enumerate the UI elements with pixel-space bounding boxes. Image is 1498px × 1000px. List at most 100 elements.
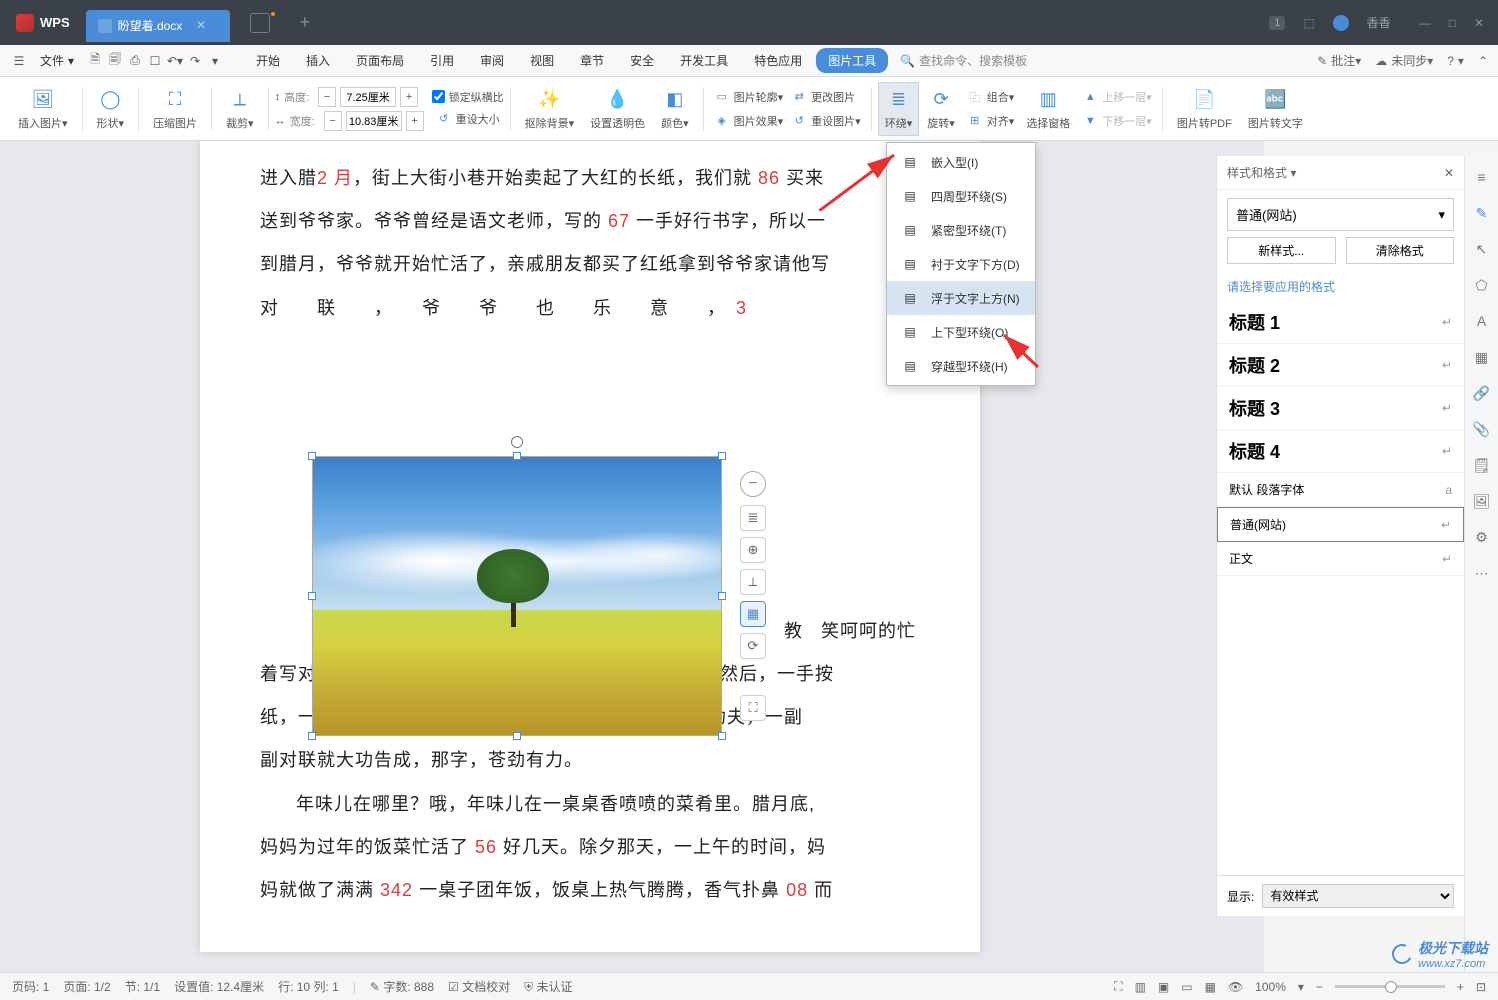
resize-handle-tr[interactable] [718, 452, 726, 460]
notification-badge[interactable]: 1 [1269, 16, 1285, 30]
print-icon[interactable]: ⎙ [126, 52, 144, 70]
resize-handle-bm[interactable] [513, 732, 521, 740]
height-plus[interactable]: + [400, 87, 418, 107]
height-minus[interactable]: − [318, 87, 336, 107]
style-selected[interactable]: 普通(网站)↵ [1217, 507, 1464, 542]
undo-icon[interactable]: ↶▾ [166, 52, 184, 70]
print-preview-icon[interactable]: ☐ [146, 52, 164, 70]
bring-forward-button[interactable]: ▲上移一层▾ [1078, 87, 1156, 107]
reset-pic-button[interactable]: ↺重设图片▾ [787, 111, 865, 131]
status-setval[interactable]: 设置值: 12.4厘米 [174, 978, 264, 995]
menu-reference[interactable]: 引用 [418, 48, 466, 73]
width-plus[interactable]: + [406, 111, 424, 131]
rail-image-icon[interactable]: 🖼 [1471, 490, 1493, 512]
zoom-level[interactable]: 100% [1255, 980, 1286, 994]
select-pane-button[interactable]: ▥选择窗格 [1018, 83, 1078, 135]
layout-option-6[interactable]: ⛶ [740, 695, 766, 721]
menu-section[interactable]: 章节 [568, 48, 616, 73]
rail-note-icon[interactable]: 🗒 [1471, 454, 1493, 476]
layout-option-5[interactable]: ⟳ [740, 633, 766, 659]
menu-security[interactable]: 安全 [618, 48, 666, 73]
effect-button[interactable]: ◈图片效果▾ [710, 111, 788, 131]
color-button[interactable]: ◧颜色▾ [653, 83, 697, 135]
menu-view[interactable]: 视图 [518, 48, 566, 73]
rail-text-icon[interactable]: A [1471, 310, 1493, 332]
zoom-slider[interactable] [1335, 985, 1445, 988]
save-icon[interactable]: 🗎 [86, 52, 104, 70]
new-style-button[interactable]: 新样式... [1227, 237, 1336, 264]
style-heading1[interactable]: 标题 1↵ [1217, 301, 1464, 344]
align-button[interactable]: ⊞对齐▾ [963, 111, 1019, 131]
style-heading3[interactable]: 标题 3↵ [1217, 387, 1464, 430]
status-pages[interactable]: 页面: 1/2 [63, 978, 110, 995]
group-button[interactable]: ⿻组合▾ [963, 87, 1019, 107]
style-body[interactable]: 正文↵ [1217, 542, 1464, 576]
remove-bg-button[interactable]: ✨抠除背景▾ [517, 83, 583, 135]
pic-to-text-button[interactable]: 🔤图片转文字 [1240, 83, 1311, 135]
rail-gear-icon[interactable]: ⚙ [1471, 526, 1493, 548]
document-tab[interactable]: 盼望着.docx × [86, 10, 230, 42]
wrap-square[interactable]: ▤四周型环绕(S) [887, 179, 1035, 213]
clear-format-button[interactable]: 清除格式 [1346, 237, 1455, 264]
status-cal[interactable]: ☑ 文档校对 [448, 978, 510, 995]
panel-title[interactable]: 样式和格式 ▾ [1227, 164, 1296, 181]
layout-option-3[interactable]: ⟂ [740, 569, 766, 595]
view-fullscreen-icon[interactable]: ⛶ [1114, 979, 1122, 994]
width-minus[interactable]: − [324, 111, 342, 131]
gift-icon[interactable]: ⬚ [1303, 16, 1314, 30]
save-as-icon[interactable]: 🗐 [106, 52, 124, 70]
status-page[interactable]: 页码: 1 [12, 978, 49, 995]
view-web-icon[interactable]: ▦ [1205, 980, 1216, 994]
pic-to-pdf-button[interactable]: 📄图片转PDF [1169, 83, 1240, 135]
wrap-inline[interactable]: ▤嵌入型(I) [887, 145, 1035, 179]
reset-size-button[interactable]: ↺重设大小 [432, 109, 504, 129]
selected-image[interactable] [312, 456, 722, 736]
rotate-button[interactable]: ⟳旋转▾ [919, 83, 963, 135]
width-input[interactable] [346, 111, 402, 131]
tab-placeholder-icon[interactable] [250, 13, 270, 33]
lock-aspect-checkbox[interactable]: 锁定纵横比 [432, 89, 504, 105]
resize-handle-ml[interactable] [308, 592, 316, 600]
zoom-minus[interactable]: − [1316, 980, 1323, 994]
tab-close-icon[interactable]: × [196, 17, 205, 35]
send-backward-button[interactable]: ▼下移一层▾ [1078, 111, 1156, 131]
resize-handle-mr[interactable] [718, 592, 726, 600]
fit-icon[interactable]: ⊡ [1476, 980, 1486, 994]
insert-picture-button[interactable]: 🖼插入图片▾ [10, 83, 76, 135]
status-words[interactable]: ✎ 字数: 888 [370, 978, 434, 995]
layout-option-4[interactable]: ▦ [740, 601, 766, 627]
compress-button[interactable]: ⛶压缩图片 [145, 83, 205, 135]
wrap-tight[interactable]: ▤紧密型环绕(T) [887, 213, 1035, 247]
menu-devtools[interactable]: 开发工具 [668, 48, 740, 73]
minimize-button[interactable]: — [1419, 16, 1431, 30]
status-cert[interactable]: ⛨ 未认证 [524, 978, 572, 995]
menu-special[interactable]: 特色应用 [742, 48, 814, 73]
view-read-icon[interactable]: ▭ [1181, 980, 1192, 994]
maximize-button[interactable]: □ [1449, 16, 1456, 30]
panel-close-icon[interactable]: ✕ [1444, 166, 1454, 180]
shape-button[interactable]: ◯形状▾ [89, 83, 133, 135]
resize-handle-tm[interactable] [513, 452, 521, 460]
resize-handle-bl[interactable] [308, 732, 316, 740]
rail-more-icon[interactable]: ⋯ [1471, 562, 1493, 584]
menu-picture-tools[interactable]: 图片工具 [816, 48, 888, 73]
status-section[interactable]: 节: 1/1 [125, 978, 160, 995]
user-avatar-icon[interactable] [1333, 15, 1349, 31]
command-search[interactable]: 🔍 查找命令、搜索模板 [900, 52, 1027, 69]
layout-option-2[interactable]: ⊕ [740, 537, 766, 563]
resize-handle-br[interactable] [718, 732, 726, 740]
qa-dropdown-icon[interactable]: ▾ [206, 52, 224, 70]
crop-button[interactable]: ⟂裁剪▾ [218, 83, 262, 135]
wrap-front[interactable]: ▤浮于文字上方(N) [887, 281, 1035, 315]
rail-drawer-icon[interactable]: ≡ [1471, 166, 1493, 188]
minimize-ribbon-icon[interactable]: ⌃ [1478, 54, 1488, 68]
current-style-combo[interactable]: 普通(网站)▾ [1227, 198, 1454, 231]
wrap-behind[interactable]: ▤衬于文字下方(D) [887, 247, 1035, 281]
file-menu[interactable]: 文件▾ [30, 48, 84, 73]
sync-dropdown[interactable]: ☁未同步▾ [1375, 52, 1433, 69]
view-eye-icon[interactable]: 👁 [1228, 980, 1243, 994]
height-input[interactable] [340, 87, 396, 107]
view-page-icon[interactable]: ▣ [1158, 980, 1169, 994]
annotate-dropdown[interactable]: ✎批注▾ [1317, 52, 1361, 69]
new-tab-button[interactable]: + [300, 12, 311, 33]
